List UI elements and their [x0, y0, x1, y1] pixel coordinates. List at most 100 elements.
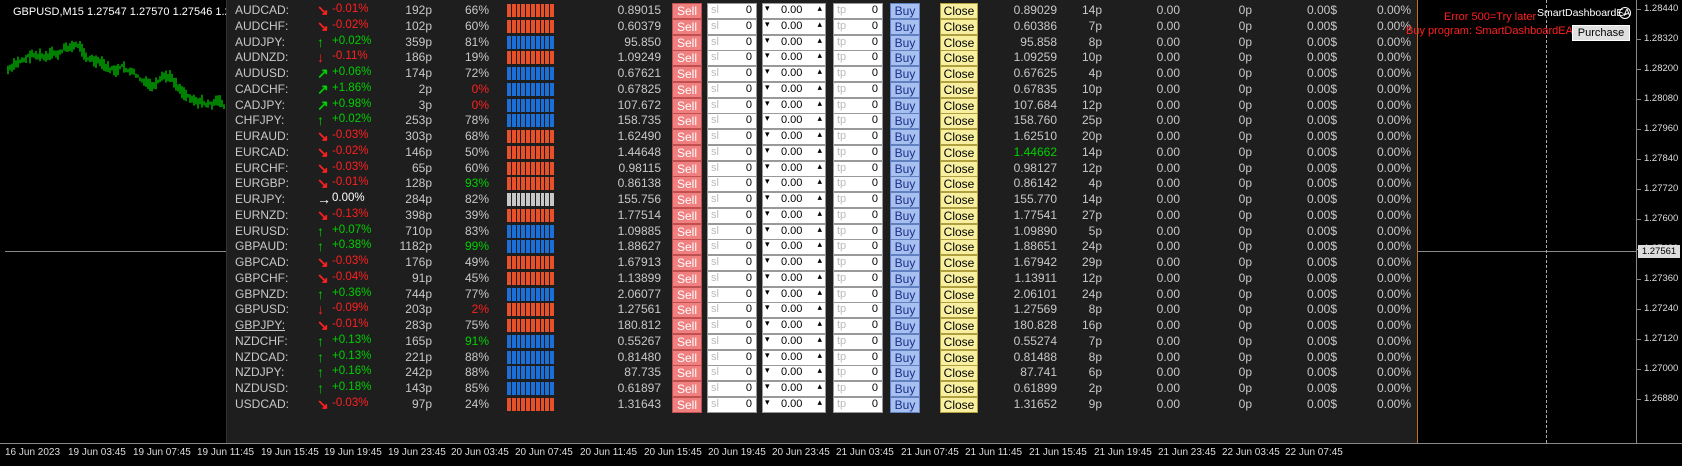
take-profit-input[interactable]: tp 0 — [833, 365, 883, 381]
lot-size-stepper[interactable]: ▾ 0.00 ▴ — [762, 334, 826, 350]
lot-increase-icon[interactable]: ▴ — [817, 271, 822, 282]
lot-size-stepper[interactable]: ▾ 0.00 ▴ — [762, 239, 826, 255]
sell-button[interactable]: Sell — [672, 113, 702, 129]
pair-symbol[interactable]: GBPJPY: — [235, 318, 285, 332]
take-profit-input[interactable]: tp 0 — [833, 50, 883, 66]
lot-size-stepper[interactable]: ▾ 0.00 ▴ — [762, 19, 826, 35]
take-profit-input[interactable]: tp 0 — [833, 66, 883, 82]
lot-size-stepper[interactable]: ▾ 0.00 ▴ — [762, 397, 826, 413]
lot-size-stepper[interactable]: ▾ 0.00 ▴ — [762, 208, 826, 224]
sell-button[interactable]: Sell — [672, 318, 702, 334]
sell-button[interactable]: Sell — [672, 365, 702, 381]
lot-increase-icon[interactable]: ▴ — [817, 35, 822, 46]
lot-decrease-icon[interactable]: ▾ — [765, 66, 770, 77]
sell-button[interactable]: Sell — [672, 50, 702, 66]
lot-increase-icon[interactable]: ▴ — [817, 66, 822, 77]
pair-symbol[interactable]: CADCHF: — [235, 82, 288, 96]
sell-button[interactable]: Sell — [672, 271, 702, 287]
pair-symbol[interactable]: CHFJPY: — [235, 113, 284, 127]
sell-button[interactable]: Sell — [672, 82, 702, 98]
lot-size-stepper[interactable]: ▾ 0.00 ▴ — [762, 318, 826, 334]
take-profit-input[interactable]: tp 0 — [833, 145, 883, 161]
pair-symbol[interactable]: EURCHF: — [235, 161, 288, 175]
lot-increase-icon[interactable]: ▴ — [817, 287, 822, 298]
lot-size-stepper[interactable]: ▾ 0.00 ▴ — [762, 176, 826, 192]
lot-size-stepper[interactable]: ▾ 0.00 ▴ — [762, 82, 826, 98]
take-profit-input[interactable]: tp 0 — [833, 129, 883, 145]
price-chart-right[interactable] — [1417, 0, 1636, 443]
lot-decrease-icon[interactable]: ▾ — [765, 129, 770, 140]
stop-loss-input[interactable]: sl 0 — [707, 334, 757, 350]
pair-symbol[interactable]: GBPAUD: — [235, 239, 288, 253]
sell-button[interactable]: Sell — [672, 145, 702, 161]
buy-button[interactable]: Buy — [890, 82, 920, 98]
sell-button[interactable]: Sell — [672, 255, 702, 271]
stop-loss-input[interactable]: sl 0 — [707, 50, 757, 66]
stop-loss-input[interactable]: sl 0 — [707, 397, 757, 413]
lot-increase-icon[interactable]: ▴ — [817, 224, 822, 235]
lot-size-stepper[interactable]: ▾ 0.00 ▴ — [762, 365, 826, 381]
lot-decrease-icon[interactable]: ▾ — [765, 365, 770, 376]
lot-increase-icon[interactable]: ▴ — [817, 50, 822, 61]
lot-decrease-icon[interactable]: ▾ — [765, 35, 770, 46]
lot-decrease-icon[interactable]: ▾ — [765, 239, 770, 250]
take-profit-input[interactable]: tp 0 — [833, 397, 883, 413]
lot-decrease-icon[interactable]: ▾ — [765, 255, 770, 266]
pair-symbol[interactable]: CADJPY: — [235, 98, 285, 112]
buy-button[interactable]: Buy — [890, 334, 920, 350]
stop-loss-input[interactable]: sl 0 — [707, 129, 757, 145]
lot-increase-icon[interactable]: ▴ — [817, 318, 822, 329]
take-profit-input[interactable]: tp 0 — [833, 255, 883, 271]
lot-decrease-icon[interactable]: ▾ — [765, 271, 770, 282]
take-profit-input[interactable]: tp 0 — [833, 19, 883, 35]
pair-symbol[interactable]: EURAUD: — [235, 129, 289, 143]
pair-symbol[interactable]: AUDCHF: — [235, 19, 288, 33]
lot-decrease-icon[interactable]: ▾ — [765, 3, 770, 14]
pair-symbol[interactable]: AUDNZD: — [235, 50, 288, 64]
lot-decrease-icon[interactable]: ▾ — [765, 287, 770, 298]
sell-button[interactable]: Sell — [672, 19, 702, 35]
buy-button[interactable]: Buy — [890, 145, 920, 161]
lot-size-stepper[interactable]: ▾ 0.00 ▴ — [762, 113, 826, 129]
sell-button[interactable]: Sell — [672, 3, 702, 19]
stop-loss-input[interactable]: sl 0 — [707, 239, 757, 255]
stop-loss-input[interactable]: sl 0 — [707, 381, 757, 397]
buy-button[interactable]: Buy — [890, 19, 920, 35]
sell-button[interactable]: Sell — [672, 239, 702, 255]
lot-decrease-icon[interactable]: ▾ — [765, 145, 770, 156]
take-profit-input[interactable]: tp 0 — [833, 239, 883, 255]
stop-loss-input[interactable]: sl 0 — [707, 66, 757, 82]
lot-increase-icon[interactable]: ▴ — [817, 334, 822, 345]
buy-button[interactable]: Buy — [890, 255, 920, 271]
lot-increase-icon[interactable]: ▴ — [817, 176, 822, 187]
lot-increase-icon[interactable]: ▴ — [817, 82, 822, 93]
stop-loss-input[interactable]: sl 0 — [707, 176, 757, 192]
lot-increase-icon[interactable]: ▴ — [817, 113, 822, 124]
pair-symbol[interactable]: NZDCHF: — [235, 334, 288, 348]
pair-symbol[interactable]: EURUSD: — [235, 224, 289, 238]
lot-size-stepper[interactable]: ▾ 0.00 ▴ — [762, 3, 826, 19]
buy-button[interactable]: Buy — [890, 129, 920, 145]
pair-symbol[interactable]: EURGBP: — [235, 176, 289, 190]
buy-button[interactable]: Buy — [890, 239, 920, 255]
sell-button[interactable]: Sell — [672, 397, 702, 413]
lot-size-stepper[interactable]: ▾ 0.00 ▴ — [762, 271, 826, 287]
stop-loss-input[interactable]: sl 0 — [707, 318, 757, 334]
stop-loss-input[interactable]: sl 0 — [707, 208, 757, 224]
lot-increase-icon[interactable]: ▴ — [817, 3, 822, 14]
pair-symbol[interactable]: AUDUSD: — [235, 66, 289, 80]
buy-button[interactable]: Buy — [890, 208, 920, 224]
buy-button[interactable]: Buy — [890, 271, 920, 287]
lot-decrease-icon[interactable]: ▾ — [765, 302, 770, 313]
stop-loss-input[interactable]: sl 0 — [707, 145, 757, 161]
lot-increase-icon[interactable]: ▴ — [817, 98, 822, 109]
lot-size-stepper[interactable]: ▾ 0.00 ▴ — [762, 145, 826, 161]
sell-button[interactable]: Sell — [672, 302, 702, 318]
buy-button[interactable]: Buy — [890, 176, 920, 192]
buy-button[interactable]: Buy — [890, 66, 920, 82]
buy-button[interactable]: Buy — [890, 113, 920, 129]
lot-increase-icon[interactable]: ▴ — [817, 365, 822, 376]
lot-increase-icon[interactable]: ▴ — [817, 161, 822, 172]
take-profit-input[interactable]: tp 0 — [833, 381, 883, 397]
lot-decrease-icon[interactable]: ▾ — [765, 224, 770, 235]
